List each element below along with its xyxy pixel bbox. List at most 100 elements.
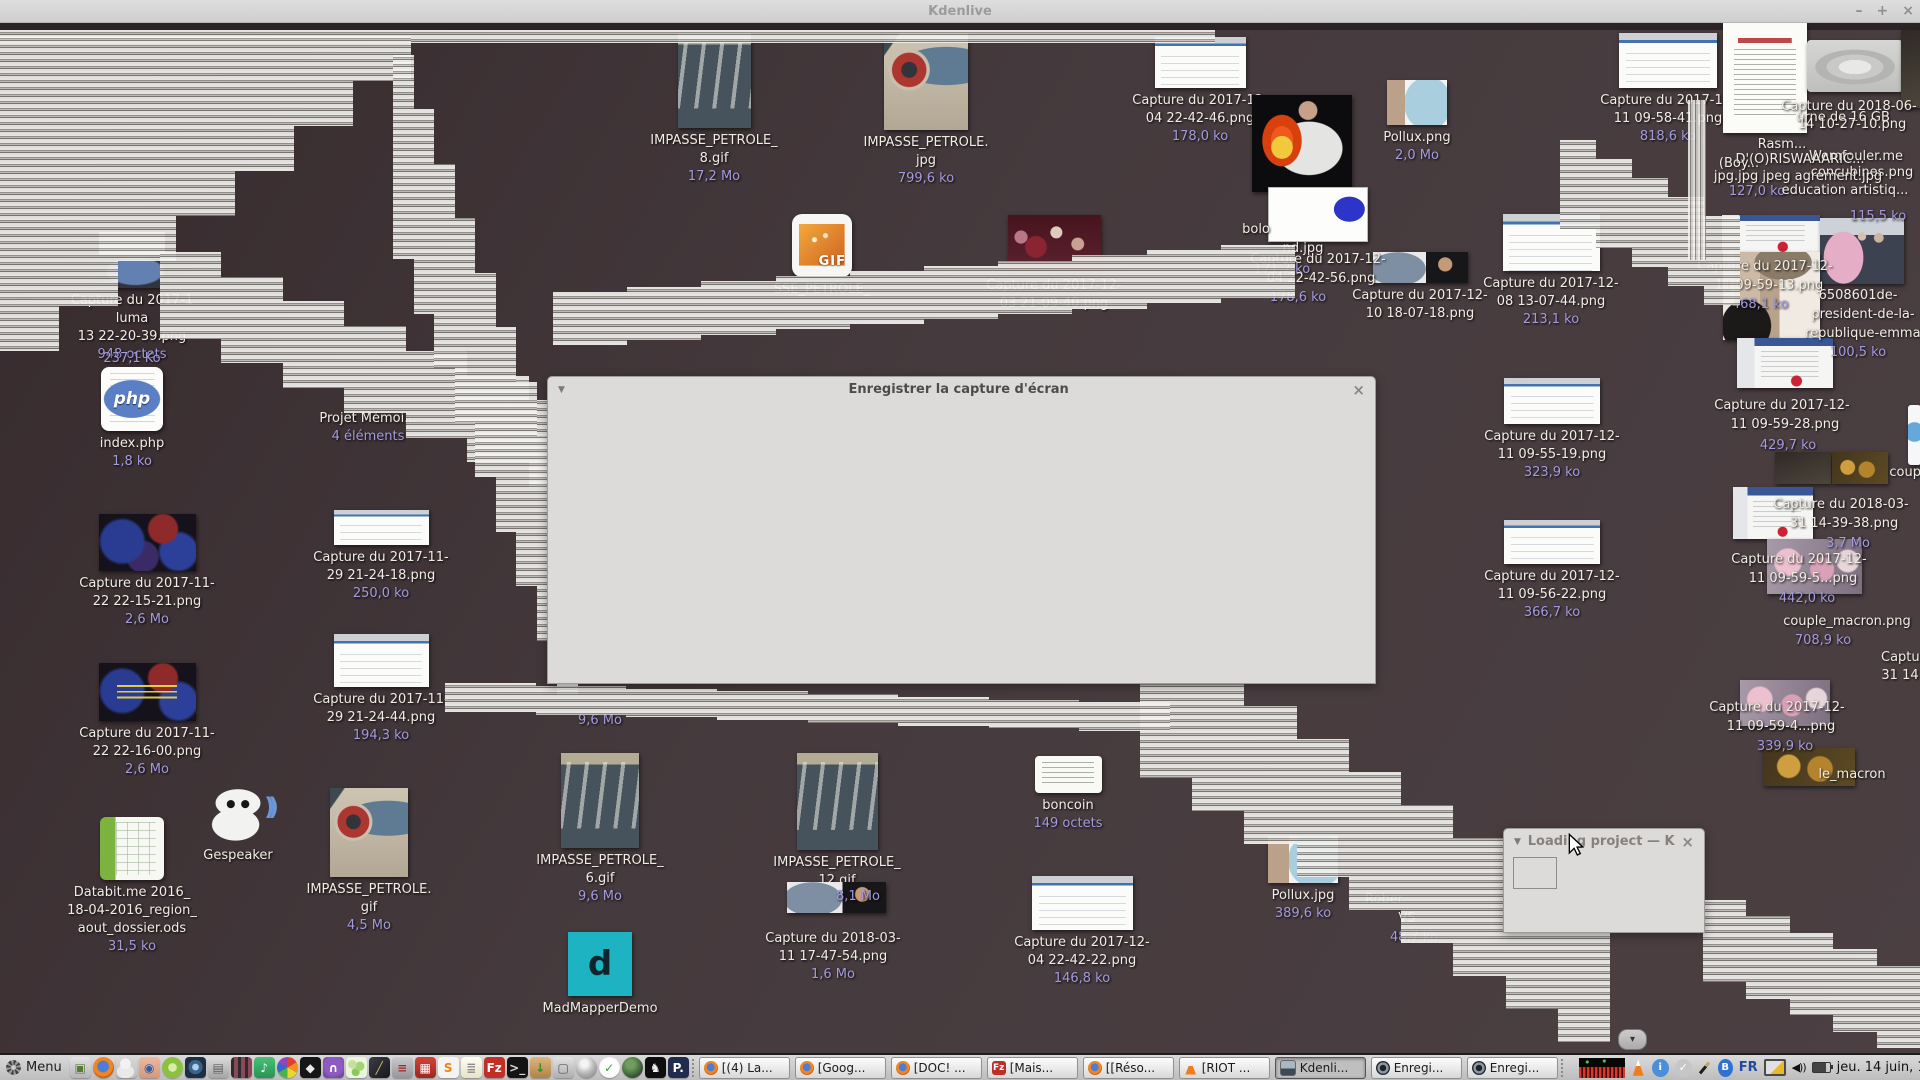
dark-orb-launcher-icon[interactable]: [621, 1057, 643, 1078]
taskbar-window-button[interactable]: Fz [Mais...: [986, 1056, 1078, 1079]
shade-icon[interactable]: ▼: [558, 385, 565, 395]
shade-icon[interactable]: ▼: [1514, 837, 1521, 847]
calculator-launcher-icon[interactable]: ▦: [414, 1057, 436, 1078]
desktop-icon[interactable]: boncoin 149 octets: [993, 756, 1143, 833]
audio-spectrum-widget[interactable]: [1578, 1057, 1625, 1078]
terminal-launcher-icon[interactable]: >_: [506, 1057, 528, 1078]
close-icon[interactable]: ×: [1352, 381, 1365, 399]
shield-icon[interactable]: i: [1651, 1058, 1669, 1077]
molecules-launcher-icon[interactable]: [345, 1057, 367, 1078]
desktop-icon[interactable]: Capture du 2017-12- 11 09-55-19.png 323,9 …: [1477, 378, 1627, 482]
display-settings-launcher-icon[interactable]: ▢: [552, 1057, 574, 1078]
brush-icon[interactable]: [1698, 1059, 1712, 1077]
icon-label: IMPASSE_PETROLE.: [863, 135, 989, 150]
clock-check-launcher-icon[interactable]: ✓: [598, 1057, 620, 1078]
icon-label: Capture du 2017-12-: [1483, 276, 1619, 291]
window-button-label: [DOC! ...: [913, 1060, 966, 1075]
sphere-launcher-icon[interactable]: [575, 1057, 597, 1078]
window-button-label: Enregi...: [1393, 1060, 1444, 1075]
desktop-icon[interactable]: Capture du 2018-03- 11 17-47-54.png 1,6 Mo: [758, 930, 908, 984]
camera-lens-launcher-icon[interactable]: [184, 1057, 206, 1078]
taskbar-window-button[interactable]: Enregi...: [1466, 1056, 1558, 1079]
filezilla-launcher-icon[interactable]: Fz: [483, 1057, 505, 1078]
eye-launcher-icon[interactable]: ◉: [138, 1057, 160, 1078]
desktop-icon[interactable]: php index.php 1,8 ko: [57, 367, 207, 471]
desktop-icon[interactable]: IMPASSE_PETROLE_ 12.gif: [762, 753, 912, 890]
vlc-tray-icon[interactable]: [1632, 1059, 1644, 1076]
desktop-loose-label: 31 14-39-38.png: [1789, 516, 1899, 531]
firefox-launcher-icon[interactable]: [92, 1057, 114, 1078]
icon-label: 18-04-2016_region_: [67, 903, 197, 918]
horse-launcher-icon[interactable]: ♞: [644, 1057, 666, 1078]
notes-launcher-icon[interactable]: ≣: [460, 1057, 482, 1078]
green-disc-launcher-icon[interactable]: [161, 1057, 183, 1078]
desktop-icon[interactable]: IMPASSE_PETROLE. gif 4,5 Mo: [294, 788, 444, 935]
taskbar-window-button[interactable]: [Goog...: [794, 1056, 886, 1079]
film-launcher-icon[interactable]: [230, 1057, 252, 1078]
session-manager-launcher-icon[interactable]: ▣: [69, 1057, 91, 1078]
desktop-icon[interactable]: IMPASSE_PETROLE_ 6.gif 9,6 Mo: [525, 753, 675, 906]
music-launcher-icon[interactable]: ♪: [253, 1057, 275, 1078]
unity-launcher-icon[interactable]: ◆: [299, 1057, 321, 1078]
mixer-launcher-icon[interactable]: ≡: [391, 1057, 413, 1078]
sign-thumbnail: [561, 753, 639, 848]
taskbar-window-button[interactable]: Enregi...: [1370, 1056, 1462, 1079]
clock[interactable]: jeu. 14 juin, 10:30: [1837, 1060, 1920, 1075]
minimize-button[interactable]: –: [1856, 0, 1863, 22]
desktop-icon[interactable]: Capture du 2017-12- 11 09-56-22.png 366,7 …: [1477, 520, 1627, 622]
menu-button[interactable]: Menu: [0, 1055, 70, 1080]
sublime-launcher-icon[interactable]: S: [437, 1057, 459, 1078]
menu-label: Menu: [26, 1060, 62, 1075]
battery-icon[interactable]: [1811, 1062, 1833, 1073]
window-button-label: Enregi...: [1489, 1060, 1540, 1075]
desktop-icon[interactable]: Capture du 2017-12- 04 22-42-22.png 146,8 …: [1007, 876, 1157, 988]
desktop-icon[interactable]: IMPASSE_PETROLE_ 8.gif 17,2 Mo: [639, 33, 789, 186]
panel-handle[interactable]: [1560, 1058, 1570, 1077]
close-icon[interactable]: ×: [1681, 833, 1694, 851]
pen-launcher-icon[interactable]: ╱: [368, 1057, 390, 1078]
bluetooth-icon[interactable]: B: [1717, 1058, 1733, 1077]
panel-handle[interactable]: [691, 1058, 694, 1077]
desktop-icon[interactable]: IMPASSE_PETROLE. jpg 799,6 ko: [851, 33, 1001, 188]
desktop-icon[interactable]: Gespeaker: [163, 789, 313, 865]
glitch-band: [1703, 900, 1920, 1048]
icon-label: 6.gif: [585, 871, 615, 886]
close-button[interactable]: ×: [1902, 0, 1914, 22]
icon-label: Capture du 2017-12-: [1484, 429, 1620, 444]
display-icon[interactable]: [1763, 1059, 1786, 1076]
maximize-button[interactable]: +: [1877, 0, 1889, 22]
dialog-body: [548, 402, 1375, 682]
pdot-launcher-icon[interactable]: P.: [667, 1057, 689, 1078]
color-wheel-launcher-icon[interactable]: [276, 1057, 298, 1078]
keyboard-layout-icon[interactable]: FR: [1739, 1059, 1758, 1077]
firefox-icon: [799, 1060, 814, 1075]
headphones-launcher-icon[interactable]: ∩: [322, 1057, 344, 1078]
archive-launcher-icon[interactable]: ▤: [207, 1057, 229, 1078]
window-button-label: [[Réso...: [1105, 1060, 1156, 1075]
desktop-icon[interactable]: Capture du 2017-11- 29 21-24-18.png 250,0 …: [306, 510, 456, 603]
package-launcher-icon[interactable]: ↓: [529, 1057, 551, 1078]
desktop-icon[interactable]: Capture du 2017-11- 29 21-24-44.png 194,3 …: [306, 634, 456, 745]
desktop-icon[interactable]: Capture du 2017-11- 22 22-16-00.png 2,6 Mo: [72, 663, 222, 779]
firefox-icon: [1087, 1060, 1102, 1075]
firefox-icon: [703, 1060, 718, 1075]
desktop-icon[interactable]: Capture du 2017-11- 22 22-15-21.png 2,6 Mo: [72, 514, 222, 629]
dialog-titlebar[interactable]: ▼ Enregistrer la capture d'écran ×: [548, 377, 1375, 402]
taskbar-window-button[interactable]: [DOC! ...: [890, 1056, 982, 1079]
dialog-titlebar[interactable]: ▼ Loading project — K ×: [1504, 829, 1704, 854]
desktop-icon[interactable]: Pollux.png 2,0 Mo: [1342, 80, 1492, 165]
icon-size: 17,2 Mo: [687, 169, 741, 184]
update-check-icon[interactable]: ✓: [1674, 1058, 1692, 1077]
firefox-icon: [895, 1060, 910, 1075]
desktop-loose-label: 8,1 Mo: [836, 889, 880, 904]
vlc-icon: [1185, 1060, 1197, 1075]
window-titlebar: Kdenlive – + ×: [0, 0, 1920, 23]
taskbar-window-button[interactable]: [(4) La...: [698, 1056, 790, 1079]
taskbar-window-button[interactable]: Kdenli...: [1274, 1056, 1366, 1079]
scroll-down-button[interactable]: ▾: [1618, 1029, 1647, 1050]
desktop-icon[interactable]: d MadMapperDemo: [525, 932, 675, 1018]
taskbar-window-button[interactable]: [[Réso...: [1082, 1056, 1174, 1079]
gespeaker-launcher-icon[interactable]: [115, 1057, 137, 1078]
volume-icon[interactable]: ◀)): [1792, 1059, 1807, 1077]
taskbar-window-button[interactable]: [RIOT ...: [1178, 1056, 1270, 1079]
